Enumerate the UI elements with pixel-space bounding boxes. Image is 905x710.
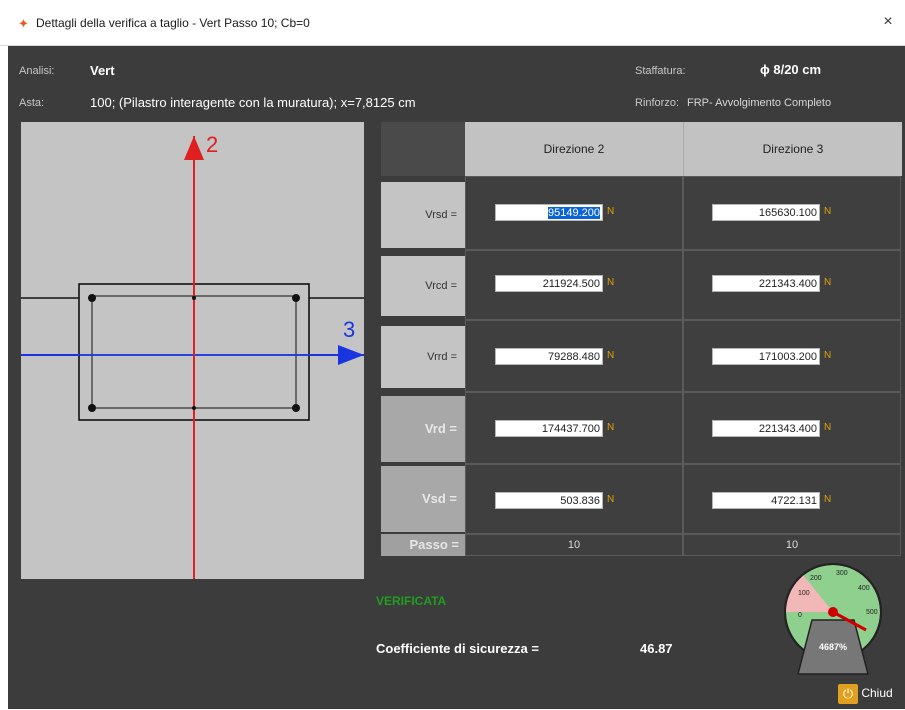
- unit-label: N: [824, 206, 832, 217]
- section-diagram: 2 3: [21, 122, 364, 579]
- power-icon: ⏻: [838, 684, 858, 704]
- unit-label: N: [607, 422, 615, 433]
- vrcd-d2-field[interactable]: 211924.500: [495, 275, 603, 292]
- gauge-tick: 100: [798, 590, 810, 597]
- verification-status: VERIFICATA: [376, 594, 447, 608]
- staffatura-value: ϕ 8/20 cm: [760, 62, 822, 77]
- safety-coefficient-label: Coefficiente di sicurezza =: [376, 641, 539, 656]
- vsd-d2-field[interactable]: 503.836: [495, 492, 603, 509]
- asta-value: 100; (Pilastro interagente con la muratu…: [90, 95, 416, 110]
- vsd-d3-field[interactable]: 4722.131: [712, 492, 820, 509]
- vrd-d2-field[interactable]: 174437.700: [495, 420, 603, 437]
- row-label-vrrd: Vrrd =: [381, 326, 465, 388]
- close-dialog-button[interactable]: ⏻ Chiud: [838, 684, 893, 710]
- dialog-body: Analisi: Vert Asta: 100; (Pilastro inter…: [8, 46, 905, 709]
- row-label-vrsd: Vrsd =: [381, 182, 465, 248]
- rinforzo-value: FRP- Avvolgimento Completo: [687, 97, 832, 109]
- results-table: Direzione 2 Direzione 3 Vrsd = 95149.200…: [381, 122, 902, 556]
- vrsd-d3-field[interactable]: 165630.100: [712, 204, 820, 221]
- column-header-direzione-3: Direzione 3: [683, 122, 902, 176]
- gauge-tick: 400: [858, 585, 870, 592]
- row-label-vrcd: Vrcd =: [381, 256, 465, 316]
- window-title: Dettagli della verifica a taglio - Vert …: [36, 16, 310, 30]
- gauge-tick: 300: [836, 570, 848, 577]
- app-logo-icon: ✦: [18, 16, 29, 31]
- safety-coefficient-value: 46.87: [640, 641, 673, 656]
- unit-label: N: [607, 350, 615, 361]
- row-label-vsd: Vsd =: [381, 466, 465, 532]
- gauge-value-text: 4687%: [819, 642, 847, 652]
- vrrd-d2-field[interactable]: 79288.480: [495, 348, 603, 365]
- staffatura-label: Staffatura:: [635, 65, 686, 77]
- gauge-tick: 0: [798, 612, 802, 619]
- row-label-passo: Passo =: [381, 534, 465, 556]
- unit-label: N: [607, 494, 615, 505]
- unit-label: N: [607, 277, 615, 288]
- close-dialog-label: Chiud: [861, 686, 893, 701]
- vrsd-d2-field[interactable]: 95149.200: [495, 204, 603, 221]
- analisi-value: Vert: [90, 63, 115, 78]
- passo-d2-value: 10: [465, 534, 683, 556]
- analisi-label: Analisi:: [19, 65, 55, 77]
- unit-label: N: [824, 494, 832, 505]
- title-bar: ✦ Dettagli della verifica a taglio - Ver…: [0, 0, 905, 46]
- asta-label: Asta:: [19, 97, 45, 109]
- safety-gauge: 0 100 200 300 400 500 4687%: [784, 563, 882, 675]
- unit-label: N: [824, 350, 832, 361]
- unit-label: N: [607, 206, 615, 217]
- rinforzo-label: Rinforzo:: [635, 97, 680, 109]
- unit-label: N: [824, 277, 832, 288]
- table-corner: [381, 122, 465, 176]
- axis-3-label: 3: [343, 317, 355, 342]
- axis-2-label: 2: [206, 132, 218, 157]
- column-header-direzione-2: Direzione 2: [465, 122, 683, 176]
- passo-d3-value: 10: [683, 534, 901, 556]
- vrd-d3-field[interactable]: 221343.400: [712, 420, 820, 437]
- vrrd-d3-field[interactable]: 171003.200: [712, 348, 820, 365]
- vrcd-d3-field[interactable]: 221343.400: [712, 275, 820, 292]
- gauge-tick: 200: [810, 575, 822, 582]
- gauge-tick: 500: [866, 609, 878, 616]
- unit-label: N: [824, 422, 832, 433]
- window-close-button[interactable]: ×: [879, 13, 897, 31]
- section-svg: 2 3: [21, 132, 364, 579]
- row-label-vrd: Vrd =: [381, 396, 465, 462]
